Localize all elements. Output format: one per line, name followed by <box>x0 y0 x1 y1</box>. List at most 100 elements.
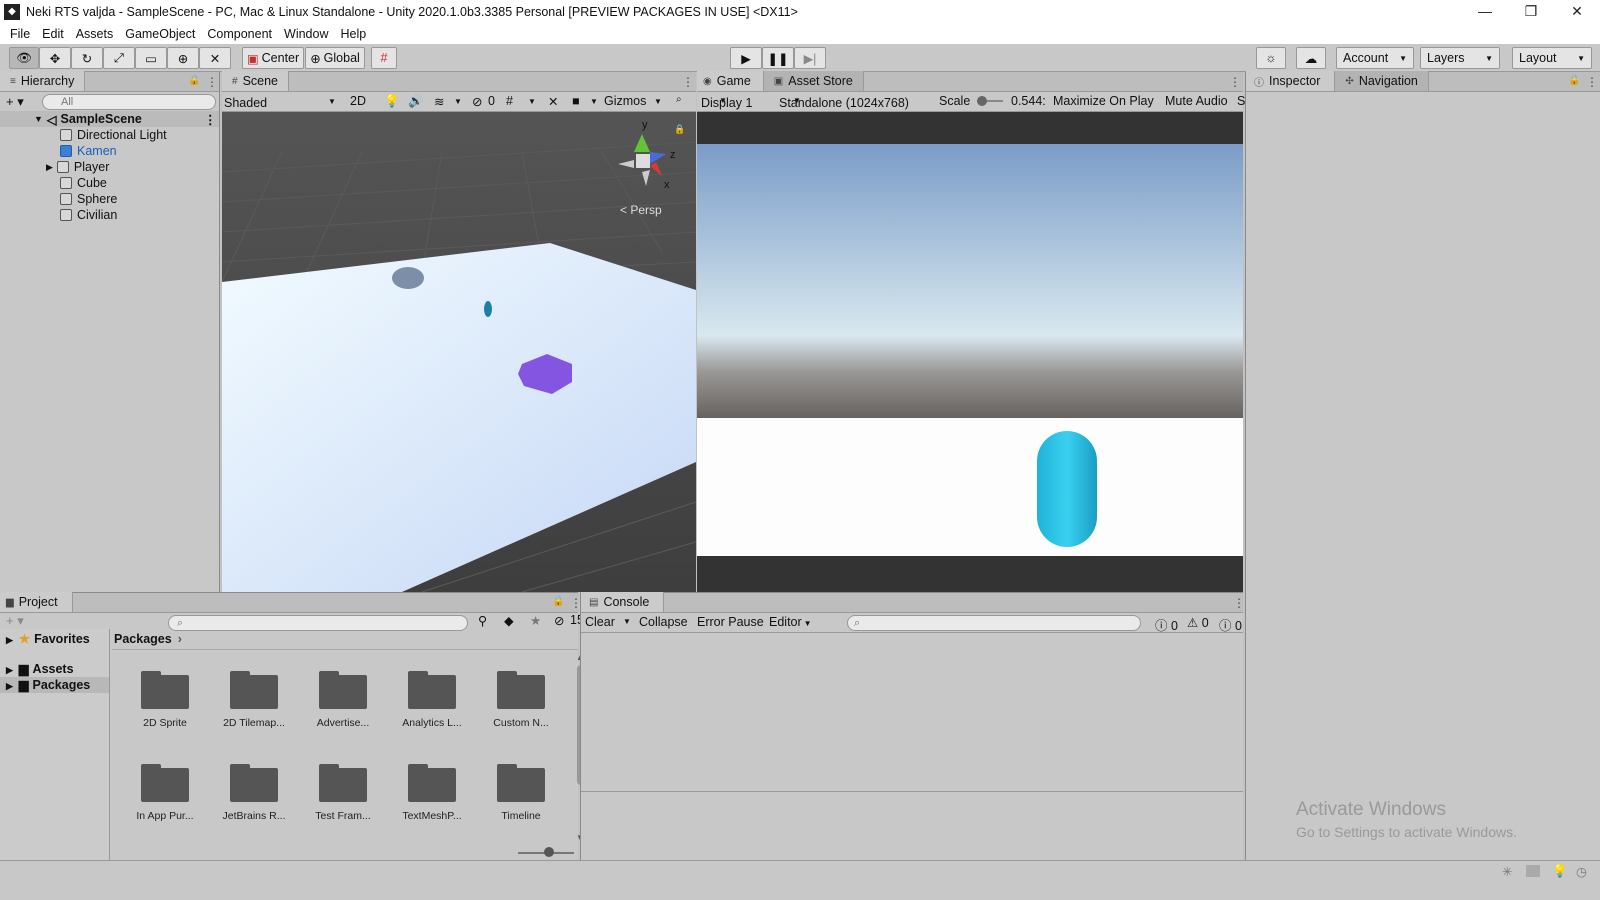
error-count-toggle[interactable]: ⓘ 0 <box>1155 615 1178 634</box>
folder-custom-nunit[interactable]: Custom N... <box>481 671 561 729</box>
move-tool-button[interactable]: ✥ <box>39 47 71 69</box>
folder-2d-sprite[interactable]: 2D Sprite <box>125 671 205 729</box>
chevron-down-icon[interactable]: ▼ <box>454 97 462 106</box>
scale-tool-button[interactable]: ⤢ <box>103 47 135 69</box>
chevron-down-icon[interactable]: ▼ <box>623 617 631 626</box>
tab-project[interactable]: ▆ Project <box>0 592 73 612</box>
clock-icon[interactable]: ◷ <box>1576 864 1587 879</box>
lighting-icon[interactable]: 💡 <box>384 94 400 109</box>
warning-count-toggle[interactable]: ⚠ 0 <box>1187 615 1209 630</box>
more-icon[interactable]: ⋮ <box>1233 596 1245 610</box>
folder-test-framework[interactable]: Test Fram... <box>303 764 383 822</box>
play-button[interactable]: ▶ <box>730 47 762 69</box>
scene-root-row[interactable]: ▼ ◁ SampleScene ⋮ <box>0 111 219 127</box>
minimize-button[interactable]: — <box>1462 0 1508 24</box>
layout-dropdown[interactable]: Layout ▼ <box>1512 47 1592 69</box>
mode-2d-button[interactable]: 2D <box>350 94 366 108</box>
hierarchy-item-cube[interactable]: Cube <box>60 175 107 191</box>
lock-icon[interactable]: 🔒 <box>188 75 200 86</box>
info-count-toggle[interactable]: ⓘ 0 <box>1219 615 1242 634</box>
search-icon[interactable]: ⌕ <box>676 94 682 105</box>
cloud-button[interactable]: ☁ <box>1296 47 1326 69</box>
step-button[interactable]: ▶| <box>794 47 826 69</box>
scale-slider-handle[interactable] <box>977 96 987 106</box>
more-icon[interactable]: ⋮ <box>206 75 218 89</box>
folder-2d-tilemap[interactable]: 2D Tilemap... <box>214 671 294 729</box>
game-viewport[interactable] <box>697 112 1243 592</box>
pivot-global-button[interactable]: ⊕ Global <box>305 47 365 69</box>
clear-button[interactable]: Clear <box>585 615 615 629</box>
rect-tool-button[interactable]: ▭ <box>135 47 167 69</box>
maximize-on-play-toggle[interactable]: Maximize On Play <box>1053 94 1154 108</box>
packages-row[interactable]: ▶ ▆ Packages <box>0 677 109 693</box>
lock-icon[interactable]: 🔒 <box>674 124 685 134</box>
tab-inspector[interactable]: ⓘ Inspector <box>1246 71 1336 91</box>
more-icon[interactable]: ⋮ <box>1586 75 1598 89</box>
project-search-input[interactable]: ⌕ <box>168 615 468 631</box>
hierarchy-item-player[interactable]: ▶ Player <box>46 159 109 175</box>
pivot-center-button[interactable]: ▣ Center <box>242 47 304 69</box>
kamen-object[interactable] <box>392 267 424 289</box>
folder-timeline[interactable]: Timeline <box>481 764 561 822</box>
rotate-tool-button[interactable]: ↻ <box>71 47 103 69</box>
tab-game[interactable]: ◉ Game <box>697 71 764 91</box>
folder-advertisement[interactable]: Advertise... <box>303 671 383 729</box>
expand-arrow-icon[interactable]: ▶ <box>6 681 13 691</box>
favorite-star-icon[interactable]: ★ <box>530 613 541 628</box>
menu-assets[interactable]: Assets <box>70 27 120 41</box>
grid-snap-button[interactable]: # <box>371 47 397 69</box>
tab-asset-store[interactable]: ▣ Asset Store <box>763 71 864 91</box>
create-button[interactable]: + ▾ <box>6 613 24 629</box>
assets-row[interactable]: ▶ ▆ Assets <box>6 661 74 676</box>
auto-generate-icon[interactable] <box>1526 865 1540 877</box>
error-pause-toggle[interactable]: Error Pause <box>697 615 764 629</box>
favorites-row[interactable]: ▶ ★ Favorites <box>6 631 90 646</box>
mute-audio-toggle[interactable]: Mute Audio <box>1165 94 1228 108</box>
expand-arrow-icon[interactable]: ▼ <box>34 114 43 124</box>
editor-dropdown[interactable]: Editor ▼ <box>769 615 812 629</box>
account-dropdown[interactable]: Account ▼ <box>1336 47 1414 69</box>
lock-icon[interactable]: 🔒 <box>1568 75 1580 86</box>
transform-tool-button[interactable]: ⊕ <box>167 47 199 69</box>
more-icon[interactable]: ⋮ <box>682 75 694 89</box>
close-button[interactable]: ✕ <box>1554 0 1600 24</box>
more-icon[interactable]: ⋮ <box>204 112 217 127</box>
console-search-input[interactable]: ⌕ <box>847 615 1141 631</box>
tab-navigation[interactable]: ✣ Navigation <box>1335 71 1429 91</box>
more-icon[interactable]: ⋮ <box>1229 75 1241 89</box>
hierarchy-item-directional-light[interactable]: Directional Light <box>60 127 167 143</box>
expand-arrow-icon[interactable]: ▶ <box>6 635 13 645</box>
create-button[interactable]: + ▾ <box>6 94 24 110</box>
audio-icon[interactable]: 🔊 <box>408 94 424 109</box>
folder-analytics[interactable]: Analytics L... <box>392 671 472 729</box>
hierarchy-item-kamen[interactable]: Kamen <box>60 143 117 159</box>
expand-arrow-icon[interactable]: ▶ <box>6 665 13 675</box>
effects-icon[interactable]: ≋ <box>434 94 444 109</box>
console-splitter[interactable] <box>581 791 1243 792</box>
menu-help[interactable]: Help <box>334 27 372 41</box>
folder-jetbrains-rider[interactable]: JetBrains R... <box>214 764 294 822</box>
lightbulb-icon[interactable]: 💡 <box>1552 864 1568 879</box>
lock-icon[interactable]: 🔒 <box>552 596 564 607</box>
tab-scene[interactable]: # Scene <box>222 71 290 91</box>
collapse-toggle[interactable]: Collapse <box>639 615 688 629</box>
tools-icon[interactable]: ✕ <box>548 94 558 109</box>
view-tool-button[interactable]: 👁 <box>9 47 39 69</box>
persp-label[interactable]: < Persp <box>620 203 662 217</box>
expand-arrow-icon[interactable]: ▶ <box>46 162 53 173</box>
scene-viewport[interactable]: y z x < Persp 🔒 <box>222 112 696 592</box>
menu-file[interactable]: File <box>4 27 36 41</box>
filter-label-icon[interactable]: ◆ <box>504 613 514 628</box>
breadcrumb-packages[interactable]: Packages <box>114 632 172 646</box>
icon-size-slider-handle[interactable] <box>544 847 554 857</box>
chevron-down-icon[interactable]: ▼ <box>528 97 536 106</box>
chevron-down-icon[interactable]: ▼ <box>590 97 598 106</box>
hierarchy-item-sphere[interactable]: Sphere <box>60 191 117 207</box>
hierarchy-search-input[interactable]: All <box>42 94 216 110</box>
hidden-packages-icon[interactable]: ⊘ <box>554 613 564 628</box>
menu-component[interactable]: Component <box>201 27 278 41</box>
grid-toggle-icon[interactable]: # <box>506 94 513 108</box>
hierarchy-item-civilian[interactable]: Civilian <box>60 207 117 223</box>
collab-button[interactable]: ☼ <box>1256 47 1286 69</box>
layers-dropdown[interactable]: Layers ▼ <box>1420 47 1500 69</box>
